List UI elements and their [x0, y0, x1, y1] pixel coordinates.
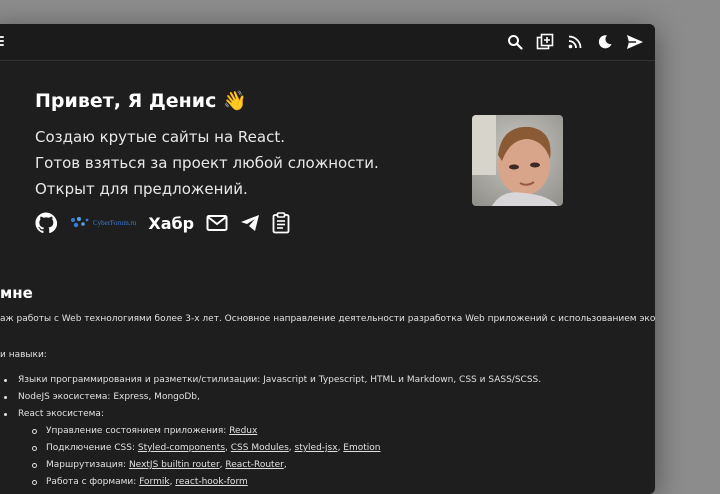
social-links: CyberForum.ru Хабр: [35, 212, 395, 234]
menu-icon[interactable]: [0, 36, 4, 46]
cyberforum-label: CyberForum.ru: [93, 219, 137, 227]
list-item-label: Работа с формами:: [46, 477, 140, 487]
rss-icon[interactable]: [565, 32, 585, 52]
emotion-link[interactable]: Emotion: [343, 443, 380, 453]
about-text: аж работы с Web технологиями более 3-х л…: [0, 314, 655, 324]
about-section: мне аж работы с Web технологиями более 3…: [0, 284, 655, 491]
search-icon[interactable]: [505, 32, 525, 52]
nextjs-router-link[interactable]: NextJS builtin router: [129, 460, 220, 470]
telegram-icon[interactable]: [240, 214, 260, 232]
list-item: Языки программирования и разметки/стилиз…: [2, 372, 648, 389]
app-window: Привет, Я Денис 👋 Создаю крутые сайты на…: [0, 24, 655, 494]
react-sublist: Управление состоянием приложения: Redux …: [18, 423, 648, 491]
react-hook-form-link[interactable]: react-hook-form: [175, 477, 247, 487]
page-title: Привет, Я Денис 👋: [35, 90, 247, 112]
list-item-label: Маршрутизация:: [46, 460, 129, 470]
formik-link[interactable]: Formik: [139, 477, 169, 487]
styled-jsx-link[interactable]: styled-jsx: [295, 443, 338, 453]
list-item: Управление состоянием приложения: Redux: [30, 423, 648, 440]
mail-icon[interactable]: [206, 214, 228, 232]
avatar: [472, 115, 563, 206]
list-item-label: Подключение CSS:: [46, 443, 138, 453]
cyberforum-link[interactable]: CyberForum.ru: [69, 216, 136, 230]
add-post-icon[interactable]: [535, 32, 555, 52]
top-actions: [505, 32, 645, 52]
top-navbar: [0, 24, 655, 61]
bio-line-2: Готов взяться за проект любой сложности.: [35, 154, 379, 172]
skills-list: Языки программирования и разметки/стилиз…: [0, 372, 648, 491]
habr-link[interactable]: Хабр: [148, 214, 194, 233]
styled-components-link[interactable]: Styled-components: [138, 443, 225, 453]
list-item-label: React экосистема:: [18, 409, 104, 419]
list-item-label: Управление состоянием приложения:: [46, 426, 230, 436]
about-title: мне: [0, 284, 33, 302]
react-router-link[interactable]: React-Router: [225, 460, 283, 470]
list-item: Подключение CSS: Styled-components, CSS …: [30, 440, 648, 457]
list-item: Работа с формами: Formik, react-hook-for…: [30, 474, 648, 491]
redux-link[interactable]: Redux: [229, 426, 257, 436]
list-item: NodeJS экосистема: Express, MongoDb,: [2, 389, 648, 406]
list-item: React экосистема: Управление состоянием …: [2, 406, 648, 491]
github-icon[interactable]: [35, 212, 57, 234]
theme-moon-icon[interactable]: [595, 32, 615, 52]
skills-label: и навыки:: [0, 350, 47, 360]
clipboard-icon[interactable]: [272, 212, 290, 234]
bio-line-1: Создаю крутые сайты на React.: [35, 128, 285, 146]
bio-line-3: Открыт для предложений.: [35, 180, 248, 198]
list-item: Маршрутизация: NextJS builtin router, Re…: [30, 457, 648, 474]
css-modules-link[interactable]: CSS Modules: [231, 443, 289, 453]
hero-section: Привет, Я Денис 👋 Создаю крутые сайты на…: [35, 88, 395, 234]
send-icon[interactable]: [625, 32, 645, 52]
